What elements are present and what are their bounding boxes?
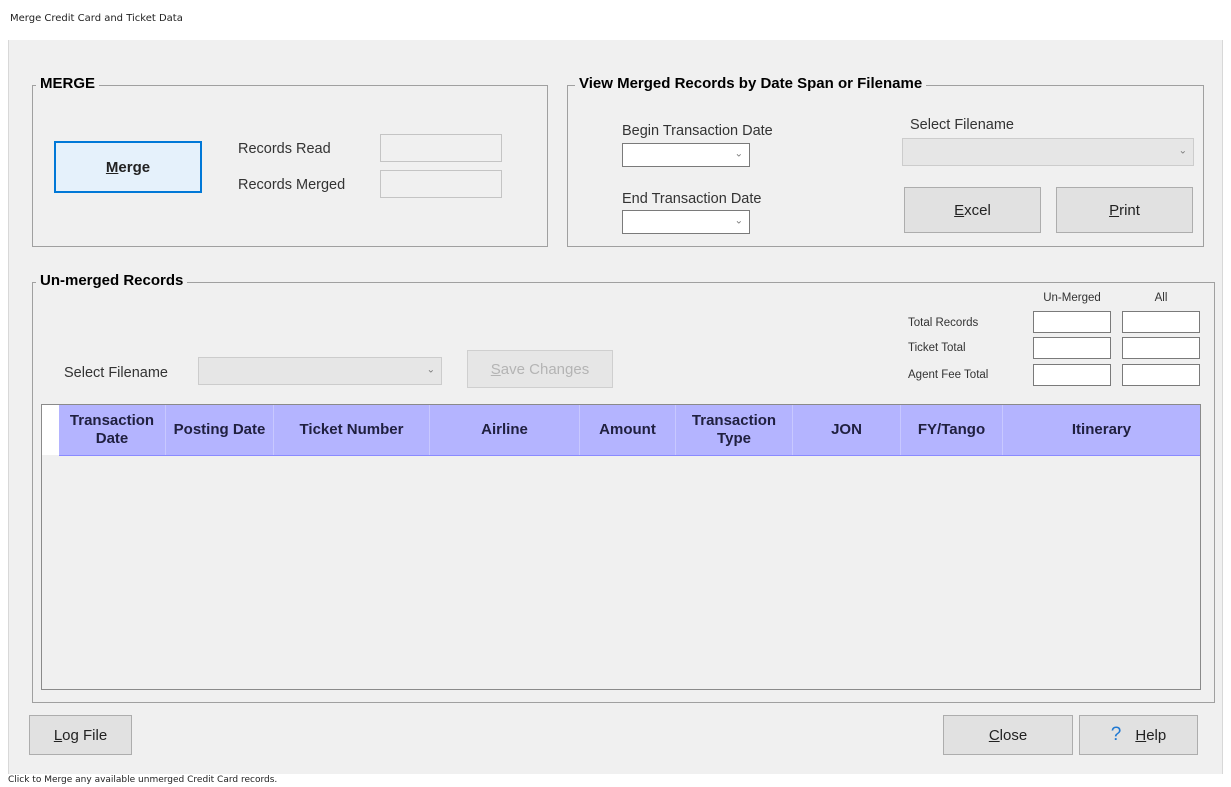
begin-date-label: Begin Transaction Date [622, 123, 773, 139]
print-button[interactable]: Print [1056, 187, 1193, 233]
merged-filename-combo[interactable]: ⌄ [902, 138, 1194, 166]
totals-col-unmerged-header: Un-Merged [1043, 292, 1101, 304]
begin-date-picker[interactable]: ⌄ [622, 143, 750, 167]
merge-button-label: Merge [105, 158, 151, 176]
help-button[interactable]: ? Help [1079, 715, 1198, 755]
status-bar-text: Click to Merge any available unmerged Cr… [8, 775, 278, 785]
total-records-unmerged-field [1033, 311, 1111, 333]
col-header-transaction-date[interactable]: Transaction Date [59, 405, 166, 455]
log-file-button-label: Log File [53, 726, 108, 744]
help-button-label: Help [1135, 726, 1167, 744]
close-button-label: Close [988, 726, 1028, 744]
merge-button[interactable]: Merge [54, 141, 202, 193]
log-file-button[interactable]: Log File [29, 715, 132, 755]
close-button[interactable]: Close [943, 715, 1073, 755]
col-header-amount[interactable]: Amount [580, 405, 676, 455]
chevron-down-icon: ⌄ [734, 148, 743, 160]
agent-fee-total-label: Agent Fee Total [908, 369, 989, 381]
col-header-jon[interactable]: JON [793, 405, 901, 455]
ticket-total-unmerged-field [1033, 337, 1111, 359]
col-header-airline[interactable]: Airline [430, 405, 580, 455]
chevron-down-icon: ⌄ [1178, 145, 1187, 157]
print-button-label: Print [1109, 201, 1140, 219]
col-header-ticket-number[interactable]: Ticket Number [274, 405, 430, 455]
col-header-posting-date[interactable]: Posting Date [166, 405, 274, 455]
unmerged-filename-combo[interactable]: ⌄ [198, 357, 442, 385]
view-merged-group-legend: View Merged Records by Date Span or File… [575, 75, 927, 93]
grid-row-header-corner [42, 405, 59, 455]
totals-col-all-header: All [1154, 292, 1168, 304]
end-date-picker[interactable]: ⌄ [622, 210, 750, 234]
chevron-down-icon: ⌄ [734, 215, 743, 227]
question-mark-icon: ? [1110, 724, 1122, 745]
col-header-transaction-type[interactable]: Transaction Type [676, 405, 793, 455]
agent-fee-total-all-field [1122, 364, 1200, 386]
merged-select-filename-label: Select Filename [910, 117, 1014, 133]
records-merged-field [380, 170, 502, 198]
save-changes-button-label: Save Changes [490, 360, 590, 378]
records-read-label: Records Read [238, 141, 331, 157]
agent-fee-total-unmerged-field [1033, 364, 1111, 386]
unmerged-group-legend: Un-merged Records [36, 272, 188, 290]
ticket-total-label: Ticket Total [908, 342, 966, 354]
merge-group-legend: MERGE [36, 75, 100, 93]
grid-header-row: Transaction Date Posting Date Ticket Num… [59, 405, 1200, 456]
records-read-field [380, 134, 502, 162]
excel-button[interactable]: Excel [904, 187, 1041, 233]
records-merged-label: Records Merged [238, 177, 346, 193]
col-header-itinerary[interactable]: Itinerary [1003, 405, 1200, 455]
ticket-total-all-field [1122, 337, 1200, 359]
unmerged-records-grid[interactable]: Transaction Date Posting Date Ticket Num… [41, 404, 1201, 690]
col-header-fy-tango[interactable]: FY/Tango [901, 405, 1003, 455]
title-bar [0, 0, 1231, 40]
total-records-label: Total Records [908, 317, 979, 329]
total-records-all-field [1122, 311, 1200, 333]
chevron-down-icon: ⌄ [426, 364, 435, 376]
save-changes-button[interactable]: Save Changes [467, 350, 613, 388]
unmerged-select-filename-label: Select Filename [64, 365, 168, 381]
window-title: Merge Credit Card and Ticket Data [10, 13, 183, 24]
end-date-label: End Transaction Date [622, 191, 762, 207]
excel-button-label: Excel [954, 201, 991, 219]
